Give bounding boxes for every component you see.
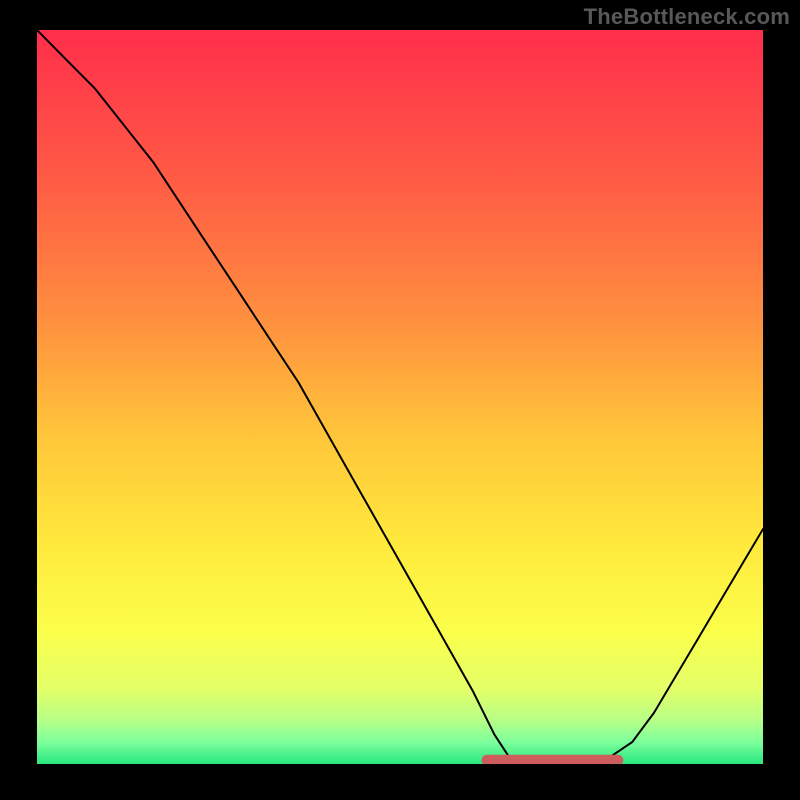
plot-area: [37, 30, 763, 764]
watermark-text: TheBottleneck.com: [584, 4, 790, 30]
chart-svg: [37, 30, 763, 764]
chart-frame: TheBottleneck.com: [0, 0, 800, 800]
gradient-rect: [37, 30, 763, 764]
